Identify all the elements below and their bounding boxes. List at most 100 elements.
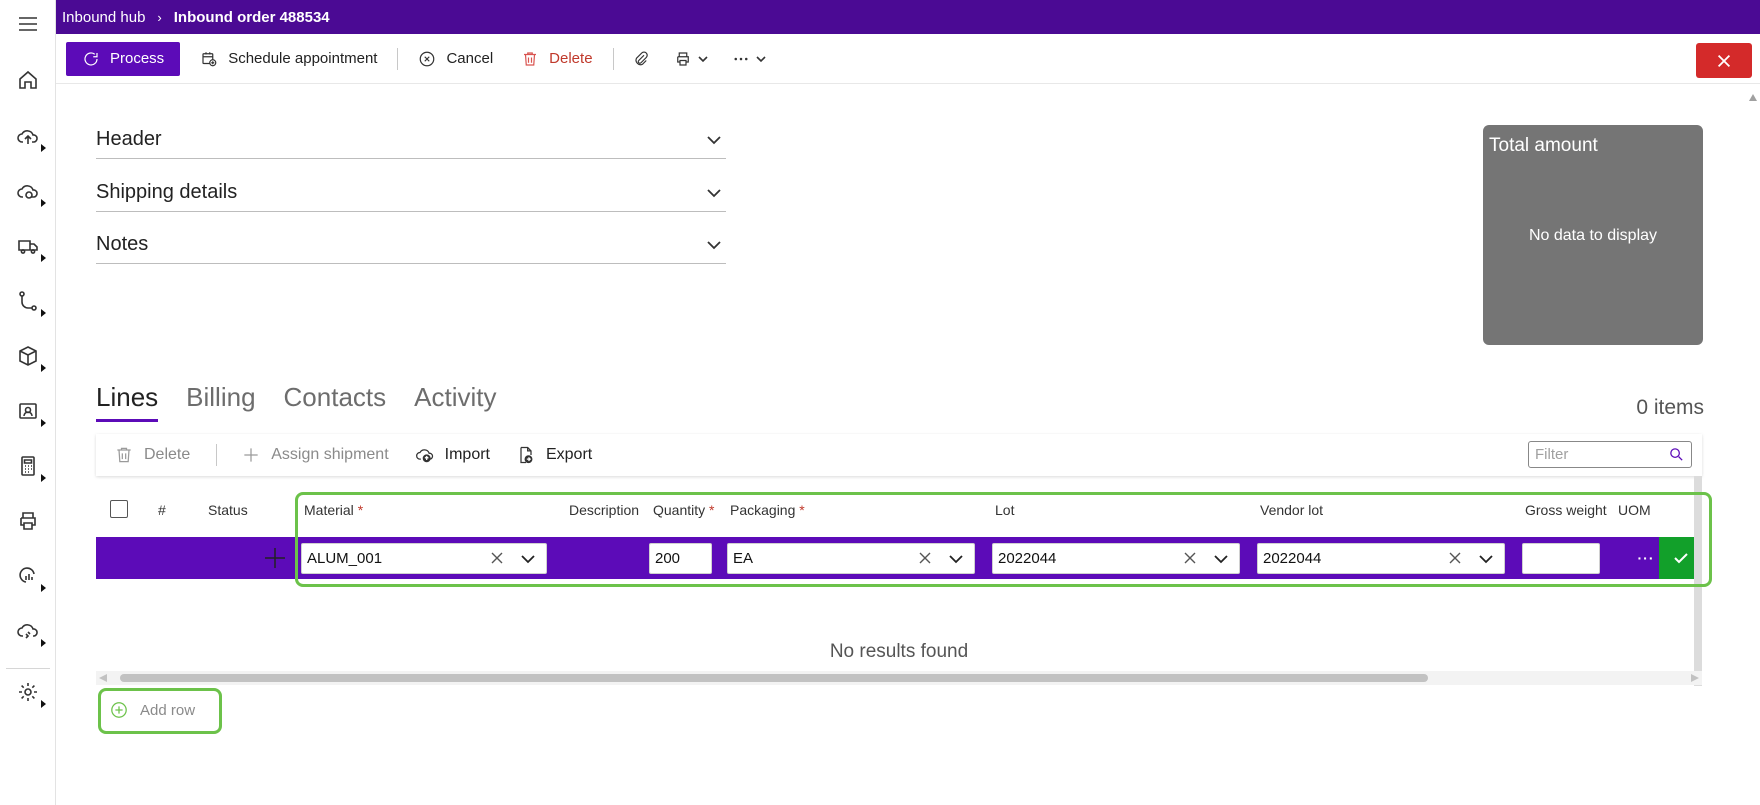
required-marker: * — [357, 502, 364, 518]
clear-icon[interactable] — [1183, 551, 1197, 565]
chevron-down-icon[interactable] — [1478, 552, 1494, 566]
cloud-upload-icon[interactable] — [0, 116, 56, 156]
truck-icon[interactable] — [0, 226, 56, 266]
rail-divider — [6, 668, 50, 669]
select-all-checkbox[interactable] — [110, 500, 128, 518]
chevron-down-icon — [707, 188, 721, 197]
page-vertical-scrollbar[interactable] — [1746, 86, 1760, 805]
column-packaging[interactable]: Packaging * — [730, 502, 805, 518]
import-label: Import — [444, 446, 490, 463]
chevron-down-icon — [697, 55, 708, 62]
cloud-search-icon[interactable] — [0, 171, 56, 211]
vendor-lot-value: 2022044 — [1263, 550, 1322, 567]
paperclip-icon — [635, 50, 648, 65]
lot-field[interactable]: 2022044 — [992, 543, 1240, 574]
analytics-icon[interactable] — [0, 556, 56, 596]
section-title: Shipping details — [96, 181, 238, 203]
plus-icon — [244, 448, 258, 462]
total-amount-card: Total amount No data to display — [1483, 125, 1703, 345]
column-uom[interactable]: UOM — [1618, 502, 1651, 518]
section-title: Notes — [96, 233, 149, 255]
column-status[interactable]: Status — [208, 502, 248, 518]
tab-lines[interactable]: Lines — [96, 382, 159, 422]
trash-icon — [524, 51, 537, 66]
cancel-button[interactable]: Cancel — [404, 42, 507, 76]
cancel-label: Cancel — [446, 50, 494, 67]
expand-caret-icon — [41, 584, 46, 592]
cloud-sync-icon[interactable] — [0, 611, 56, 651]
expand-caret-icon — [41, 199, 46, 207]
column-description[interactable]: Description — [569, 502, 639, 518]
detail-tabs: Lines Billing Contacts Activity — [96, 382, 524, 422]
material-field[interactable]: ALUM_001 — [301, 543, 547, 574]
close-icon — [1717, 54, 1731, 67]
checkmark-icon — [1673, 553, 1688, 564]
grid-delete-button[interactable]: Delete — [114, 445, 190, 465]
hamburger-menu-icon[interactable] — [0, 4, 56, 44]
attach-button[interactable] — [620, 42, 662, 76]
chevron-down-icon — [755, 55, 766, 62]
column-quantity[interactable]: Quantity * — [653, 502, 714, 518]
chevron-down-icon — [707, 240, 721, 249]
workflow-icon[interactable] — [0, 281, 56, 321]
tab-contacts[interactable]: Contacts — [284, 382, 387, 422]
column-gross-weight[interactable]: Gross weight — [1525, 502, 1607, 518]
clear-icon[interactable] — [918, 551, 932, 565]
ellipsis-icon — [734, 57, 748, 60]
tab-activity[interactable]: Activity — [414, 382, 496, 422]
process-button[interactable]: Process — [66, 41, 181, 76]
chevron-down-icon[interactable] — [948, 552, 964, 566]
grid-header: # Status Material * Description Quantity… — [96, 490, 1702, 530]
contact-card-icon[interactable] — [0, 391, 56, 431]
shipping-details-section-toggle[interactable]: Shipping details — [96, 174, 726, 212]
card-empty-message: No data to display — [1528, 227, 1658, 244]
page-title: Inbound order 488534 — [173, 8, 330, 26]
settings-gear-icon[interactable] — [0, 672, 56, 712]
packaging-field[interactable]: EA — [727, 543, 975, 574]
column-vendor-lot[interactable]: Vendor lot — [1260, 502, 1323, 518]
tab-billing[interactable]: Billing — [186, 382, 255, 422]
left-nav-rail — [0, 0, 56, 805]
chevron-down-icon — [707, 135, 721, 144]
quantity-field[interactable]: 200 — [649, 543, 712, 574]
column-lot[interactable]: Lot — [995, 502, 1014, 518]
calendar-add-icon — [202, 51, 217, 66]
breadcrumb-parent-link[interactable]: Inbound hub — [62, 9, 145, 26]
delete-button[interactable]: Delete — [507, 42, 606, 76]
grid-horizontal-scrollbar[interactable] — [96, 671, 1702, 685]
vendor-lot-field[interactable]: 2022044 — [1257, 543, 1505, 574]
document-export-icon — [520, 446, 533, 464]
expand-caret-icon — [41, 419, 46, 427]
column-material[interactable]: Material * — [304, 502, 363, 518]
assign-shipment-button[interactable]: Assign shipment — [241, 445, 389, 465]
add-row-label: Add row — [140, 701, 196, 719]
chevron-down-icon[interactable] — [1213, 552, 1229, 566]
scroll-up-arrow-icon[interactable] — [1749, 94, 1757, 101]
scroll-left-arrow-icon[interactable] — [99, 674, 107, 682]
calculator-icon[interactable] — [0, 446, 56, 486]
more-actions-button[interactable] — [720, 42, 778, 76]
gross-weight-field[interactable] — [1522, 543, 1600, 574]
printer-icon[interactable] — [0, 501, 56, 541]
import-button[interactable]: Import — [415, 445, 490, 465]
expand-row-plus-icon[interactable] — [262, 545, 288, 571]
expand-caret-icon — [41, 309, 46, 317]
close-button[interactable] — [1696, 43, 1752, 78]
box-icon[interactable] — [0, 336, 56, 376]
home-icon[interactable] — [0, 60, 56, 100]
export-button[interactable]: Export — [516, 445, 592, 465]
chevron-down-icon[interactable] — [520, 552, 536, 566]
notes-section-toggle[interactable]: Notes — [96, 226, 726, 264]
clear-icon[interactable] — [1448, 551, 1462, 565]
scrollbar-thumb[interactable] — [120, 674, 1428, 682]
schedule-appointment-button[interactable]: Schedule appointment — [186, 42, 391, 76]
add-row-button[interactable]: Add row — [104, 692, 214, 728]
header-section-toggle[interactable]: Header — [96, 121, 726, 159]
search-icon[interactable] — [1668, 446, 1685, 463]
process-icon — [84, 51, 98, 66]
clear-icon[interactable] — [490, 551, 504, 565]
card-title: Total amount — [1489, 135, 1598, 156]
scroll-right-arrow-icon[interactable] — [1691, 674, 1699, 682]
filter-input[interactable]: Filter — [1528, 441, 1692, 468]
print-menu-button[interactable] — [662, 42, 720, 76]
